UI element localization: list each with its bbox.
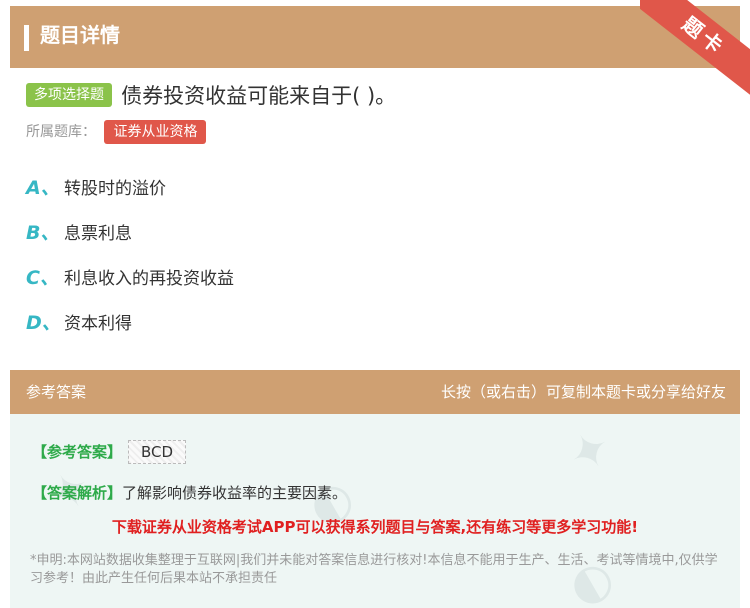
disclaimer-text: *申明:本网站数据收集整理于互联网|我们并未能对答案信息进行核对!本信息不能用于… [30,553,718,586]
option-a[interactable]: A、 转股时的溢价 [26,175,166,202]
download-promo-link[interactable]: 下载证券从业资格考试APP可以获得系列题目与答案,还有练习等更多学习功能! [10,516,740,537]
question-bank-row: 所属题库： 证券从业资格 [26,120,207,144]
detail-header: 题目详情 [10,6,740,68]
option-letter: A、 [26,177,60,199]
answer-value: BCD [128,440,187,464]
option-text: 转股时的溢价 [64,179,166,199]
bank-badge[interactable]: 证券从业资格 [104,120,207,144]
corner-ribbon: 题卡 [640,0,750,95]
bank-label: 所属题库： [26,124,96,140]
ribbon-label: 题卡 [640,0,750,95]
answer-body: ✦ ◐ ✦ ◐ 【参考答案】 BCD 【答案解析】了解影响债券收益率的主要因素。 … [10,414,740,608]
header-title: 题目详情 [40,23,120,47]
analysis-line: 【答案解析】了解影响债券收益率的主要因素。 [32,482,347,504]
question-row: 多项选择题 债券投资收益可能来自于( )。 [26,80,396,110]
option-text: 利息收入的再投资收益 [64,269,234,289]
option-letter: D、 [26,312,61,334]
watermark-icon: ✦ [558,417,622,487]
option-c[interactable]: C、 利息收入的再投资收益 [26,265,234,292]
option-text: 息票利息 [64,224,132,244]
share-hint: 长按（或右击）可复制本题卡或分享给好友 [440,383,726,401]
option-d[interactable]: D、 资本利得 [26,310,132,337]
answer-section-title: 参考答案 [26,383,87,401]
option-text: 资本利得 [64,314,132,334]
analysis-label: 【答案解析】 [32,484,123,502]
option-letter: B、 [26,222,60,244]
analysis-text: 了解影响债券收益率的主要因素。 [122,484,348,502]
answer-label: 【参考答案】 [32,443,123,461]
question-text: 债券投资收益可能来自于( )。 [121,84,397,108]
header-accent-bar [24,25,29,51]
option-b[interactable]: B、 息票利息 [26,220,132,247]
option-letter: C、 [26,267,59,289]
reference-answer-line: 【参考答案】 BCD [32,440,187,464]
answer-header: 参考答案 长按（或右击）可复制本题卡或分享给好友 [10,370,740,414]
question-type-badge: 多项选择题 [26,83,112,107]
